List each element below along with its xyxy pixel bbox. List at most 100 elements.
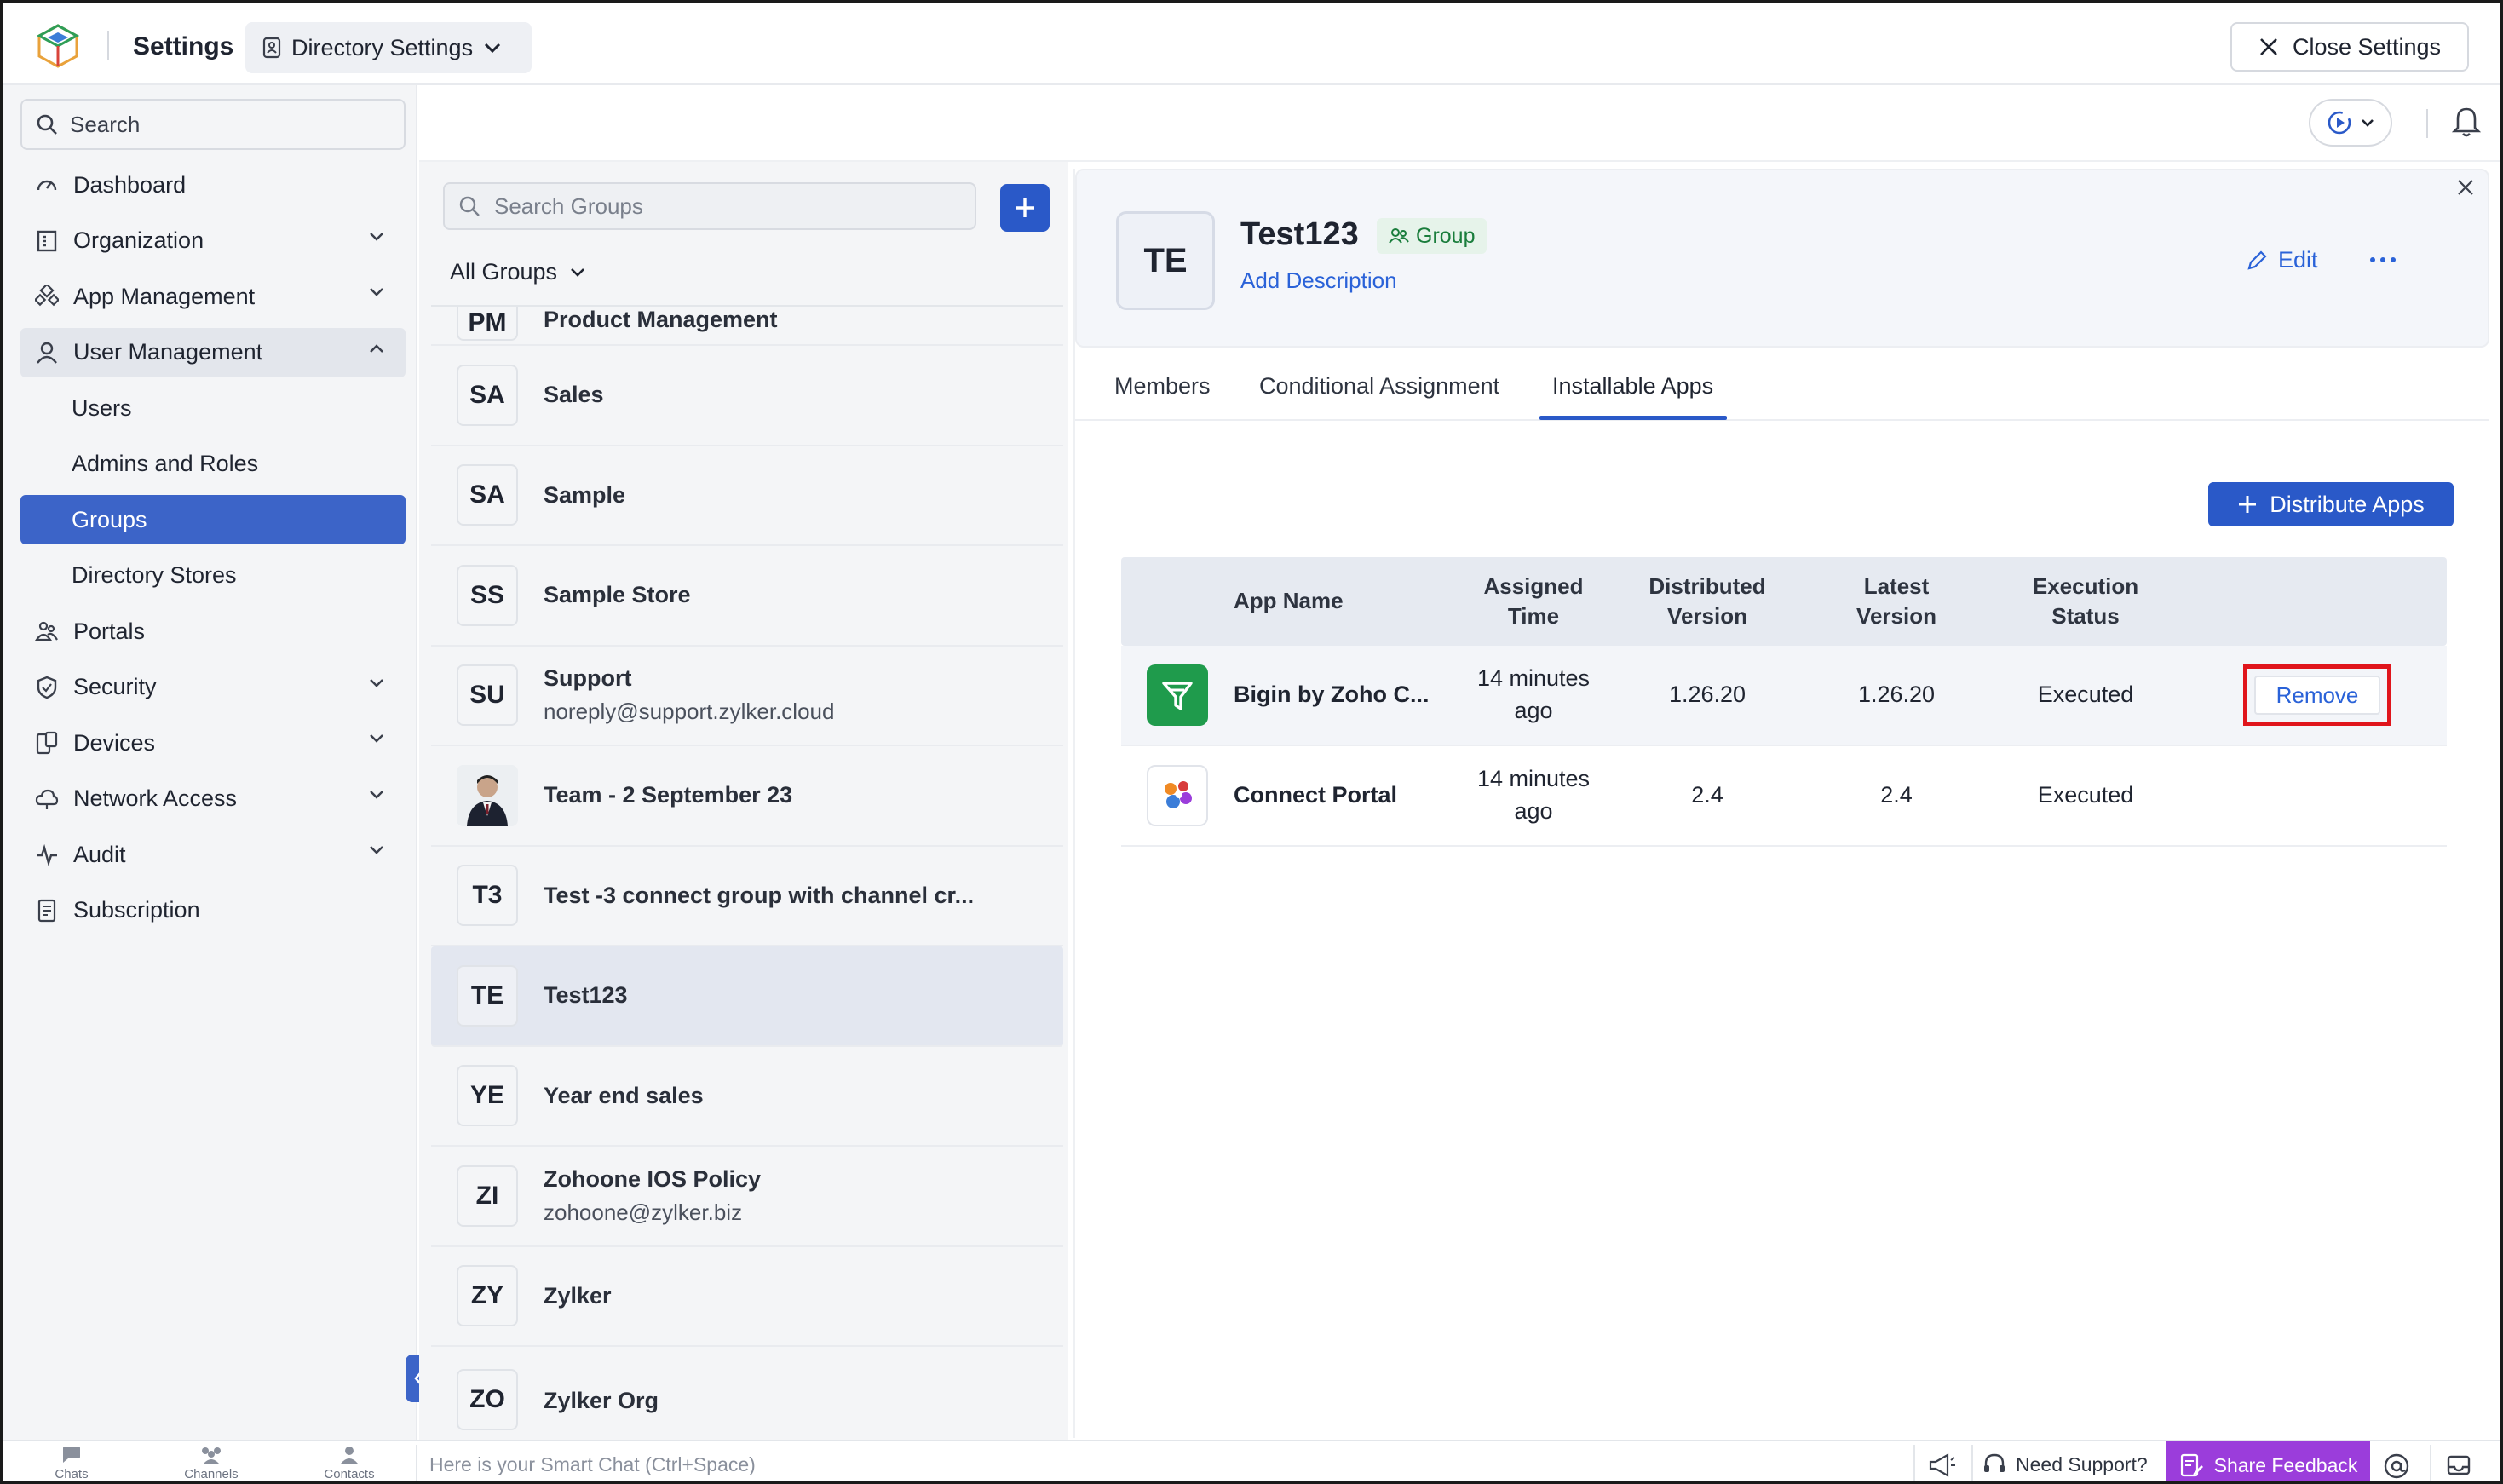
bell-icon[interactable] xyxy=(2452,106,2481,138)
need-support-label: Need Support? xyxy=(2016,1452,2148,1475)
sidebar-item-users[interactable]: Users xyxy=(20,383,406,433)
bottom-tab-label: Channels xyxy=(184,1467,239,1481)
remove-highlight-box: Remove xyxy=(2243,664,2391,726)
dot xyxy=(2370,257,2375,262)
tab-conditional-assignment[interactable]: Conditional Assignment xyxy=(1259,373,1499,400)
group-text: Support noreply@support.zylker.cloud xyxy=(544,665,834,725)
distributed-version: 2.4 xyxy=(1691,782,1723,808)
share-feedback-button[interactable]: Share Feedback xyxy=(2166,1441,2370,1481)
close-icon[interactable] xyxy=(2455,177,2476,198)
group-text: Test123 xyxy=(544,982,628,1009)
bigin-icon xyxy=(1147,664,1208,726)
group-avatar: SA xyxy=(457,364,518,426)
sidebar-search-input[interactable]: Search xyxy=(20,99,406,150)
table-header: App Name Assigned Time Distributed Versi… xyxy=(1121,557,2447,646)
edit-button[interactable]: Edit xyxy=(2246,247,2318,273)
need-support-link[interactable]: Need Support? xyxy=(1982,1452,2148,1477)
directory-icon xyxy=(262,37,281,59)
sidebar-item-subscription[interactable]: Subscription xyxy=(20,886,406,935)
sidebar-item-label: App Management xyxy=(73,283,256,309)
distribute-apps-label: Distribute Apps xyxy=(2270,491,2425,517)
bottom-bar: Chats Channels Contacts Here is your Sma… xyxy=(3,1440,2500,1481)
portal-icon xyxy=(34,618,60,644)
shield-icon xyxy=(34,675,60,700)
group-list-item[interactable]: T3 Test -3 connect group with channel cr… xyxy=(431,847,1063,946)
group-detail-header: TE Test123 Group Add Description Edit xyxy=(1075,169,2489,348)
bottom-tab-chats[interactable]: Chats xyxy=(20,1445,123,1481)
sidebar-item-label: Security xyxy=(73,674,157,699)
status-mode-dropdown[interactable] xyxy=(2309,99,2392,147)
close-settings-button[interactable]: Close Settings xyxy=(2230,22,2469,72)
megaphone-icon[interactable] xyxy=(1927,1452,1956,1479)
group-list-item[interactable]: SU Support noreply@support.zylker.cloud xyxy=(431,647,1063,746)
remove-button[interactable]: Remove xyxy=(2254,676,2380,715)
group-list-item[interactable]: Team - 2 September 23 xyxy=(431,746,1063,847)
sidebar-item-groups[interactable]: Groups xyxy=(20,495,406,544)
table-row[interactable]: Bigin by Zoho C... 14 minutes ago 1.26.2… xyxy=(1121,646,2447,746)
at-mention-icon[interactable] xyxy=(2382,1452,2411,1481)
sidebar-item-devices[interactable]: Devices xyxy=(20,718,406,768)
group-text: Product Management xyxy=(544,307,778,333)
sidebar-nav: Dashboard Organization App Management Us… xyxy=(20,160,406,941)
assigned-time-line: ago xyxy=(1514,698,1553,723)
sidebar-item-directory-stores[interactable]: Directory Stores xyxy=(20,551,406,601)
group-list-item[interactable]: SA Sample xyxy=(431,446,1063,546)
chevron-down-icon xyxy=(370,232,383,241)
group-filter-dropdown[interactable]: All Groups xyxy=(450,259,586,285)
distribute-apps-button[interactable]: Distribute Apps xyxy=(2208,482,2454,526)
app-icon-cell xyxy=(1121,664,1234,726)
sidebar-item-app-management[interactable]: App Management xyxy=(20,272,406,321)
column-app-name: App Name xyxy=(1234,588,1344,614)
chevron-down-icon xyxy=(571,267,584,277)
bottom-tab-channels[interactable]: Channels xyxy=(160,1445,262,1481)
bottom-tab-contacts[interactable]: Contacts xyxy=(298,1445,400,1481)
group-list-item[interactable]: ZO Zylker Org xyxy=(431,1347,1063,1438)
group-list-item[interactable]: ZI Zohoone IOS Policy zohoone@zylker.biz xyxy=(431,1147,1063,1247)
sidebar-item-user-management[interactable]: User Management xyxy=(20,327,406,377)
group-name: Test -3 connect group with channel cr... xyxy=(544,882,975,908)
tab-members[interactable]: Members xyxy=(1114,373,1211,400)
chevron-down-icon xyxy=(370,734,383,743)
group-list-item[interactable]: SA Sales xyxy=(431,346,1063,446)
bottom-divider xyxy=(2430,1445,2431,1481)
add-description-link[interactable]: Add Description xyxy=(1240,267,1397,294)
group-list-item[interactable]: YE Year end sales xyxy=(431,1047,1063,1147)
app-title: Settings xyxy=(133,32,234,60)
group-name: Test123 xyxy=(544,982,628,1009)
plus-icon xyxy=(1016,198,1034,217)
group-name: Sales xyxy=(544,382,604,408)
group-photo-avatar xyxy=(457,764,518,826)
sidebar-item-network-access[interactable]: Network Access xyxy=(20,774,406,824)
group-list-item[interactable]: SS Sample Store xyxy=(431,546,1063,647)
sidebar-item-dashboard[interactable]: Dashboard xyxy=(20,160,406,210)
receipt-icon xyxy=(34,898,60,923)
group-avatar: ZO xyxy=(457,1369,518,1430)
group-name: Sample Store xyxy=(544,582,691,608)
sidebar-item-portals[interactable]: Portals xyxy=(20,607,406,656)
group-list-item[interactable]: ZY Zylker xyxy=(431,1247,1063,1347)
group-filter-label: All Groups xyxy=(450,259,558,285)
group-list-item[interactable]: PM Product Management xyxy=(431,307,1063,346)
bottom-tab-label: Contacts xyxy=(324,1467,375,1481)
app-name: Bigin by Zoho C... xyxy=(1234,682,1430,708)
search-groups-input[interactable]: Search Groups xyxy=(443,182,976,230)
smart-chat-input[interactable]: Here is your Smart Chat (Ctrl+Space) xyxy=(429,1453,756,1476)
group-text: Sample xyxy=(544,482,625,509)
device-icon xyxy=(34,730,60,756)
add-group-button[interactable] xyxy=(1000,184,1050,232)
play-circle-icon xyxy=(2328,111,2351,135)
sidebar-item-audit[interactable]: Audit xyxy=(20,830,406,879)
table-row[interactable]: Connect Portal 14 minutes ago 2.4 2.4 Ex… xyxy=(1121,746,2447,847)
sidebar-item-label: Groups xyxy=(72,506,147,532)
sidebar-item-organization[interactable]: Organization xyxy=(20,216,406,266)
connect-portal-icon xyxy=(1147,765,1208,826)
sidebar-item-admins-and-roles[interactable]: Admins and Roles xyxy=(20,440,406,489)
more-options-button[interactable] xyxy=(2370,247,2396,262)
sidebar-item-security[interactable]: Security xyxy=(20,663,406,712)
inbox-icon[interactable] xyxy=(2445,1452,2472,1479)
search-groups-placeholder: Search Groups xyxy=(494,193,643,219)
group-type-badge: Group xyxy=(1377,218,1487,254)
directory-settings-dropdown[interactable]: Directory Settings xyxy=(245,22,532,73)
tab-installable-apps[interactable]: Installable Apps xyxy=(1552,373,1713,400)
group-list-item-selected[interactable]: TE Test123 xyxy=(431,946,1063,1047)
